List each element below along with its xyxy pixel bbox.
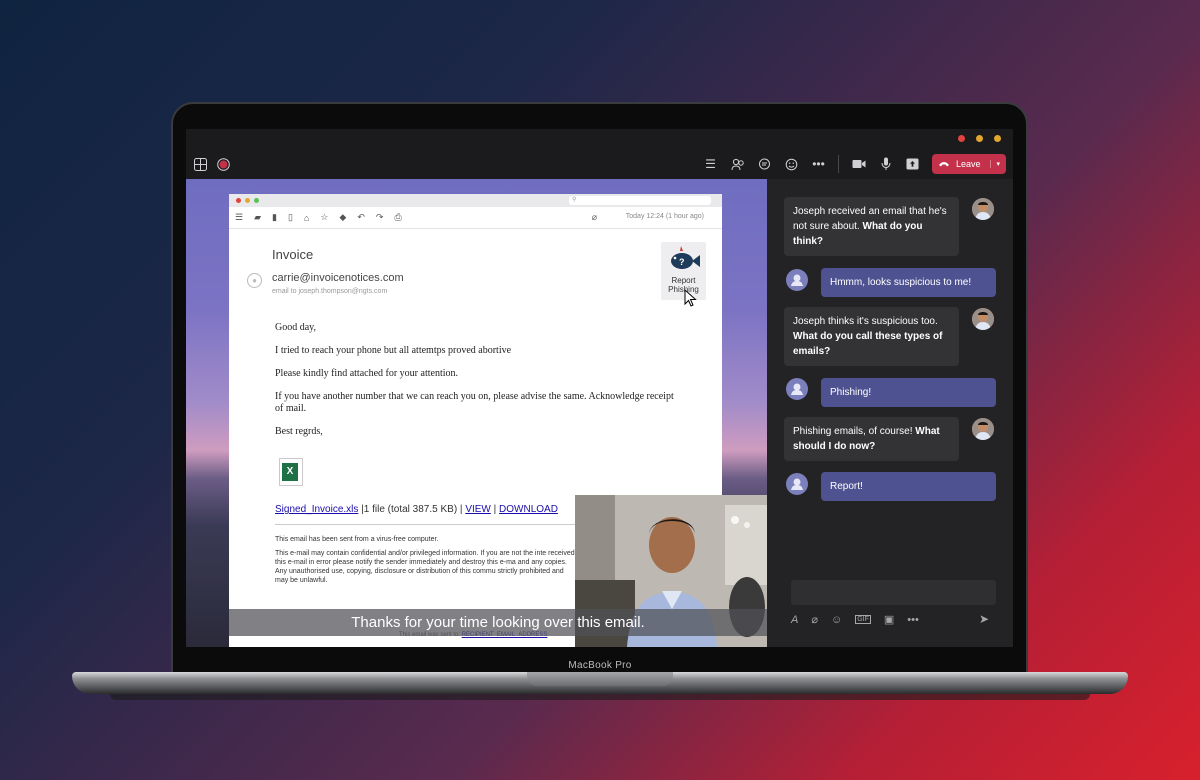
email-body: Good day, I tried to reach your phone bu… — [275, 322, 675, 449]
chat-message: Joseph thinks it's suspicious too. What … — [784, 307, 959, 366]
avatar — [786, 473, 808, 495]
maximize-dot — [254, 198, 259, 203]
trash-icon[interactable]: ▯ — [288, 212, 293, 223]
download-link[interactable]: DOWNLOAD — [499, 504, 558, 515]
disclaimer-line: This e-mail may contain confidential and… — [275, 550, 575, 584]
excel-file-icon[interactable]: X — [279, 458, 303, 486]
menu-icon[interactable]: ☰ — [235, 212, 243, 223]
chat-message: Joseph received an email that he's not s… — [784, 197, 959, 256]
format-icon[interactable]: A — [791, 614, 798, 626]
more-icon[interactable]: ••• — [907, 614, 919, 626]
leave-button[interactable]: Leave ▾ — [932, 154, 1006, 174]
chat-message: Phishing! — [821, 378, 996, 407]
phone-hangup-icon — [938, 159, 950, 169]
avatar — [972, 308, 994, 330]
mic-icon[interactable] — [878, 157, 893, 172]
attachment-separator: | — [490, 504, 500, 515]
chat-icon[interactable] — [757, 157, 772, 172]
attachment-link[interactable]: Signed_Invoice.xls — [275, 504, 358, 515]
view-link[interactable]: VIEW — [465, 504, 491, 515]
avatar — [972, 198, 994, 220]
tag-icon[interactable]: ◆ — [339, 212, 346, 223]
avatar — [786, 269, 808, 291]
print-icon[interactable]: ⎙ — [394, 212, 401, 223]
disclaimer-line: This email has been sent from a virus-fr… — [275, 536, 439, 543]
chat-message: Phishing emails, of course! What should … — [784, 417, 959, 461]
body-line: Please kindly find attached for your att… — [275, 368, 459, 379]
phishing-fish-icon: ? — [670, 246, 700, 269]
minimize-dot — [245, 198, 250, 203]
message-bold: What do you call these types of emails? — [793, 331, 943, 357]
email-subject: Invoice — [272, 247, 314, 262]
divider — [275, 524, 575, 525]
teams-window: ☰ ••• Leave ▾ ⚲ ☰ ▰ ▮ ▯ ⌂ ☆ ◆ ↶ ↷ ⎙ ⌀ To… — [186, 129, 1013, 647]
avatar — [972, 418, 994, 440]
camera-icon[interactable] — [851, 157, 866, 172]
chat-message: Report! — [821, 472, 996, 501]
shared-screen: ⚲ ☰ ▰ ▮ ▯ ⌂ ☆ ◆ ↶ ↷ ⎙ ⌀ Today 12:24 (1 h… — [186, 179, 767, 647]
email-search-input[interactable]: ⚲ — [569, 196, 711, 205]
record-icon[interactable] — [216, 157, 231, 172]
attachment-line: Signed_Invoice.xls |1 file (total 387.5 … — [275, 504, 558, 515]
message-text: Report! — [830, 481, 863, 492]
message-text: Phishing emails, of course! — [793, 426, 916, 437]
reply-icon[interactable]: ↶ — [357, 212, 365, 223]
close-dot — [236, 198, 241, 203]
message-text: Hmmm, looks suspicious to me! — [830, 277, 972, 288]
folder-icon[interactable]: ▰ — [254, 212, 261, 223]
attachment-info: |1 file (total 387.5 KB) | — [358, 504, 466, 515]
archive-icon[interactable]: ▮ — [272, 212, 277, 223]
avatar — [786, 378, 808, 400]
email-from: carrie@invoicenotices.com — [272, 272, 404, 284]
reactions-icon[interactable] — [784, 157, 799, 172]
email-toolbar: ☰ ▰ ▮ ▯ ⌂ ☆ ◆ ↶ ↷ ⎙ ⌀ Today 12:24 (1 hou… — [229, 207, 722, 229]
minimize-dot[interactable] — [976, 135, 983, 142]
apps-grid-icon[interactable] — [193, 157, 208, 172]
email-disclaimer: This email has been sent from a virus-fr… — [275, 535, 575, 590]
chat-panel: Joseph received an email that he's not s… — [767, 179, 1013, 647]
body-line: Best regrds, — [275, 426, 323, 437]
sticker-icon[interactable]: ▣ — [884, 613, 894, 626]
emoji-icon[interactable]: ☺ — [831, 614, 842, 626]
more-icon[interactable]: ••• — [811, 157, 826, 172]
meeting-toolbar: ☰ ••• Leave ▾ — [186, 149, 1013, 179]
video-caption: Thanks for your time looking over this e… — [229, 609, 767, 636]
star-icon[interactable]: ☆ — [320, 212, 328, 223]
close-dot[interactable] — [958, 135, 965, 142]
toolbar-divider — [838, 155, 839, 173]
people-icon[interactable] — [730, 157, 745, 172]
leave-label: Leave — [956, 159, 981, 169]
chat-message: Hmmm, looks suspicious to me! — [821, 268, 996, 297]
email-window-titlebar: ⚲ — [229, 194, 722, 207]
device-label: MacBook Pro — [568, 660, 632, 671]
message-text: Joseph thinks it's suspicious too. — [793, 316, 938, 327]
sender-avatar: ● — [247, 273, 262, 288]
paperclip-icon[interactable]: ⌀ — [592, 212, 597, 223]
window-controls — [958, 135, 1001, 142]
paperclip-icon[interactable]: ⌀ — [811, 613, 818, 626]
message-text: Phishing! — [830, 387, 872, 398]
email-to: email to joseph.thompson@ngts.com — [272, 288, 388, 295]
gif-icon[interactable]: GIF — [855, 615, 871, 624]
compose-toolbar: A ⌀ ☺ GIF ▣ ••• — [791, 613, 919, 627]
maximize-dot[interactable] — [994, 135, 1001, 142]
chevron-down-icon[interactable]: ▾ — [990, 160, 1000, 168]
send-icon[interactable]: ➤ — [979, 612, 989, 626]
compose-input[interactable] — [791, 580, 996, 605]
email-date: Today 12:24 (1 hour ago) — [625, 213, 704, 220]
mouse-pointer-icon — [684, 289, 697, 307]
laptop-notch — [527, 672, 673, 686]
body-line: I tried to reach your phone but all atte… — [275, 345, 512, 356]
laptop-shadow — [110, 694, 1090, 700]
list-icon[interactable]: ☰ — [703, 157, 718, 172]
body-line: Good day, — [275, 322, 317, 333]
forward-icon[interactable]: ↷ — [376, 212, 384, 223]
mark-unread-icon[interactable]: ⌂ — [304, 213, 309, 223]
svg-text:?: ? — [679, 257, 685, 267]
body-line: If you have another number that we can r… — [275, 391, 674, 414]
share-icon[interactable] — [905, 157, 920, 172]
